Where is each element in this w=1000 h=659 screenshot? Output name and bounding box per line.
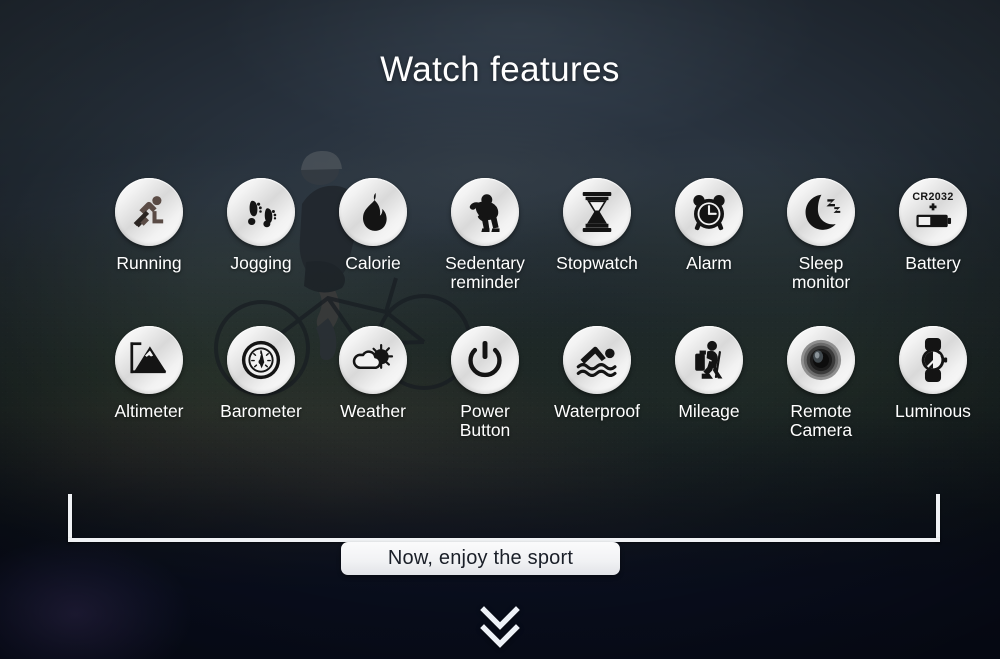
feature-label: Alarm [686,253,732,273]
caption-text: Now, enjoy the sport [387,547,574,569]
footprints-icon [227,178,295,246]
feature-label: Luminous [895,401,971,421]
hiker-backpack-icon [675,326,743,394]
watch-face-icon [899,326,967,394]
double-chevron-down-icon[interactable] [472,604,528,654]
feature-jogging[interactable]: Jogging [205,178,317,292]
running-person-icon [115,178,183,246]
feature-label: Waterproof [554,401,640,421]
bracket-right-tick [936,494,940,542]
battery-model-text: CR2032 [912,191,953,203]
feature-battery[interactable]: CR2032 Battery [877,178,989,292]
alarm-clock-icon [675,178,743,246]
hourglass-icon [563,178,631,246]
feature-label: Calorie [345,253,401,273]
feature-label: Sedentary reminder [445,253,525,292]
feature-barometer[interactable]: Barometer [205,326,317,440]
camera-lens-icon [787,326,855,394]
feature-label: Mileage [678,401,740,421]
feature-label: Battery [905,253,961,273]
feature-sleep-monitor[interactable]: Sleep monitor [765,178,877,292]
crescent-moon-zzz-icon [787,178,855,246]
feature-power-button[interactable]: Power Button [429,326,541,440]
caption-pill: Now, enjoy the sport [341,542,620,575]
feature-row-1: Running Jogging Calorie Sedentary remind… [0,178,1000,292]
power-button-icon [451,326,519,394]
feature-label: Weather [340,401,406,421]
feature-label: Running [116,253,182,273]
promo-banner: Watch features Running Jogging Calorie S… [0,0,1000,659]
feature-altimeter[interactable]: Altimeter [93,326,205,440]
flame-icon [339,178,407,246]
scroll-hint[interactable] [0,604,1000,654]
feature-alarm[interactable]: Alarm [653,178,765,292]
gauge-dial-icon [227,326,295,394]
feature-stopwatch[interactable]: Stopwatch [541,178,653,292]
feature-label: Sleep monitor [791,253,851,292]
feature-sedentary-reminder[interactable]: Sedentary reminder [429,178,541,292]
feature-label: Stopwatch [556,253,638,273]
feature-waterproof[interactable]: Waterproof [541,326,653,440]
feature-remote-camera[interactable]: Remote Camera [765,326,877,440]
bottom-bracket [68,494,940,542]
sun-behind-cloud-icon [339,326,407,394]
feature-label: Jogging [230,253,292,273]
feature-label: Barometer [220,401,302,421]
feature-label: Altimeter [114,401,184,421]
cr2032-battery-icon: CR2032 [899,178,967,246]
stretching-person-icon [451,178,519,246]
feature-label: Power Button [459,401,511,440]
page-title: Watch features [380,50,620,89]
feature-row-2: Altimeter Barometer Weather Power Button… [0,326,1000,440]
feature-weather[interactable]: Weather [317,326,429,440]
swimmer-waves-icon [563,326,631,394]
feature-luminous[interactable]: Luminous [877,326,989,440]
feature-mileage[interactable]: Mileage [653,326,765,440]
feature-calorie[interactable]: Calorie [317,178,429,292]
feature-running[interactable]: Running [93,178,205,292]
feature-label: Remote Camera [789,401,853,440]
mountain-icon [115,326,183,394]
bracket-left-tick [68,494,72,542]
